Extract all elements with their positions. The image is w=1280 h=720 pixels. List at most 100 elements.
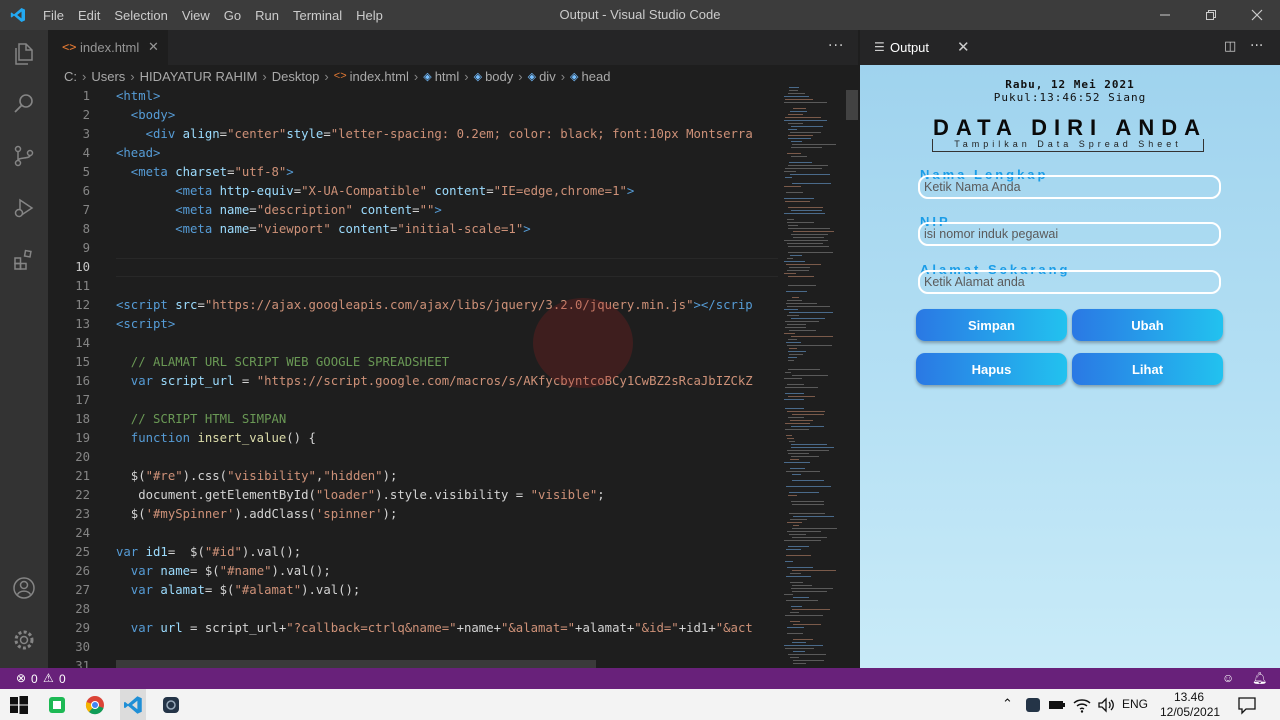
output-tab-title[interactable]: Output [890,40,929,55]
account-icon[interactable] [12,576,36,600]
vertical-scrollbar[interactable] [846,90,858,120]
settings-gear-icon[interactable] [12,628,36,652]
source-control-icon[interactable] [12,144,36,168]
code-line[interactable]: 9 [48,239,778,258]
menu-file[interactable]: File [36,8,71,23]
breadcrumb-item[interactable]: head [582,69,611,84]
address-input[interactable] [918,270,1221,294]
action-center-icon[interactable] [1237,695,1257,715]
code-line[interactable]: 13 <script> [48,315,778,334]
code-line[interactable]: 10 [48,258,778,277]
code-line[interactable]: 20 [48,448,778,467]
battery-icon[interactable] [1047,695,1067,715]
search-icon[interactable] [12,92,36,116]
code-line[interactable]: 19 function insert_value() { [48,429,778,448]
minimap-line [791,126,823,127]
menu-terminal[interactable]: Terminal [286,8,349,23]
view-button[interactable]: Lihat [1072,353,1223,385]
delete-button[interactable]: Hapus [916,353,1067,385]
recorder-app-icon[interactable] [47,695,67,715]
edit-button[interactable]: Ubah [1072,309,1223,341]
code-line[interactable]: 26 var name= $("#name").val(); [48,562,778,581]
close-window-button[interactable] [1234,0,1280,30]
code-line[interactable]: 29 var url = script_url+"?callback=ctrlq… [48,619,778,638]
tab-close-icon[interactable]: ✕ [148,39,159,55]
code-line[interactable]: 27 var alamat= $("#alamat").val(); [48,581,778,600]
menu-view[interactable]: View [175,8,217,23]
vscode-taskbar-icon[interactable] [123,695,143,715]
clock-date[interactable]: 12/05/2021 [1160,705,1220,719]
windows-start-icon[interactable] [9,695,29,715]
obs-app-icon[interactable] [161,695,181,715]
minimap-line [793,597,809,598]
breadcrumb-item[interactable]: HIDAYATUR RAHIM [140,69,258,84]
minimap-line [792,297,799,298]
minimap-line [791,318,825,319]
split-editor-icon[interactable]: ◫ [1224,39,1236,54]
notifications-bell-icon[interactable]: 🔔︎ [1252,671,1267,685]
save-button[interactable]: Simpan [916,309,1067,341]
menu-go[interactable]: Go [217,8,248,23]
breadcrumb-item[interactable]: C: [64,69,77,84]
code-line[interactable]: 4 <head> [48,144,778,163]
clock-time[interactable]: 13.46 [1174,690,1204,704]
code-line[interactable]: 24 [48,524,778,543]
minimap[interactable] [784,87,844,668]
code-line[interactable]: 23 $('#mySpinner').addClass('spinner'); [48,505,778,524]
warning-count[interactable]: 0 [59,672,66,686]
chevron-up-icon[interactable]: ⌃ [1002,696,1013,712]
restore-button[interactable] [1188,0,1234,30]
chrome-icon[interactable] [85,695,105,715]
code-line[interactable]: 3 <div align="center"style="letter-spaci… [48,125,778,144]
horizontal-scrollbar[interactable] [116,660,596,668]
code-line[interactable]: 14 [48,334,778,353]
volume-icon[interactable] [1096,695,1116,715]
code-line[interactable]: 2 <body> [48,106,778,125]
name-input[interactable] [918,175,1221,199]
panel-more-actions-icon[interactable]: ··· [1250,38,1263,54]
breadcrumb-item[interactable]: index.html [350,69,409,84]
code-line[interactable]: 18 // SCRIPT HTML SIMPAN [48,410,778,429]
error-count[interactable]: 0 [31,672,38,686]
code-line[interactable]: 16 var script_url = "https://script.goog… [48,372,778,391]
breadcrumb-item[interactable]: div [539,69,556,84]
line-number: 19 [75,431,90,445]
explorer-icon[interactable] [12,42,36,66]
wifi-icon[interactable] [1072,695,1092,715]
code-line[interactable]: 17 [48,391,778,410]
breadcrumb-item[interactable]: html [435,69,460,84]
minimap-line [784,333,795,334]
code-line[interactable]: 28 [48,600,778,619]
app-tray-icon[interactable] [1023,695,1043,715]
nip-input[interactable] [918,222,1221,246]
breadcrumb-item[interactable]: Users [91,69,125,84]
output-close-icon[interactable]: ✕ [957,38,970,56]
code-line[interactable]: 1 <html> [48,87,778,106]
menu-run[interactable]: Run [248,8,286,23]
minimize-button[interactable] [1142,0,1188,30]
code-line[interactable]: 21 $("#re").css("visibility","hidden"); [48,467,778,486]
code-line[interactable]: 6 <meta http-equiv="X-UA-Compatible" con… [48,182,778,201]
language-indicator[interactable]: ENG [1122,697,1148,711]
editor-more-actions-icon[interactable]: ··· [828,38,844,54]
code-line[interactable]: 5 <meta charset="utf-8"> [48,163,778,182]
feedback-icon[interactable]: ☺ [1222,671,1234,685]
minimap-line [788,276,814,277]
breadcrumb-item[interactable]: Desktop [272,69,320,84]
code-line[interactable]: 8 <meta name="viewport" content="initial… [48,220,778,239]
code-line[interactable]: 25 var id1= $("#id").val(); [48,543,778,562]
menu-selection[interactable]: Selection [107,8,174,23]
code-line[interactable]: 15 // ALAMAT URL SCRIPT WEB GOOGLE SPREA… [48,353,778,372]
code-line[interactable]: 7 <meta name="description" content=""> [48,201,778,220]
code-line[interactable]: 22 document.getElementById("loader").sty… [48,486,778,505]
run-debug-icon[interactable] [12,196,36,220]
code-line[interactable]: 30 [48,638,778,657]
breadcrumb-item[interactable]: body [485,69,513,84]
code-line[interactable]: 11 [48,277,778,296]
menu-help[interactable]: Help [349,8,390,23]
code-editor[interactable]: 1 <html> 2 <body> 3 <div align="center"styl… [48,87,778,668]
tab-index-html[interactable]: <> index.html ✕ [48,30,168,65]
extensions-icon[interactable] [12,248,36,272]
code-line[interactable]: 12 <script src="https://ajax.googleapis.c… [48,296,778,315]
menu-edit[interactable]: Edit [71,8,107,23]
